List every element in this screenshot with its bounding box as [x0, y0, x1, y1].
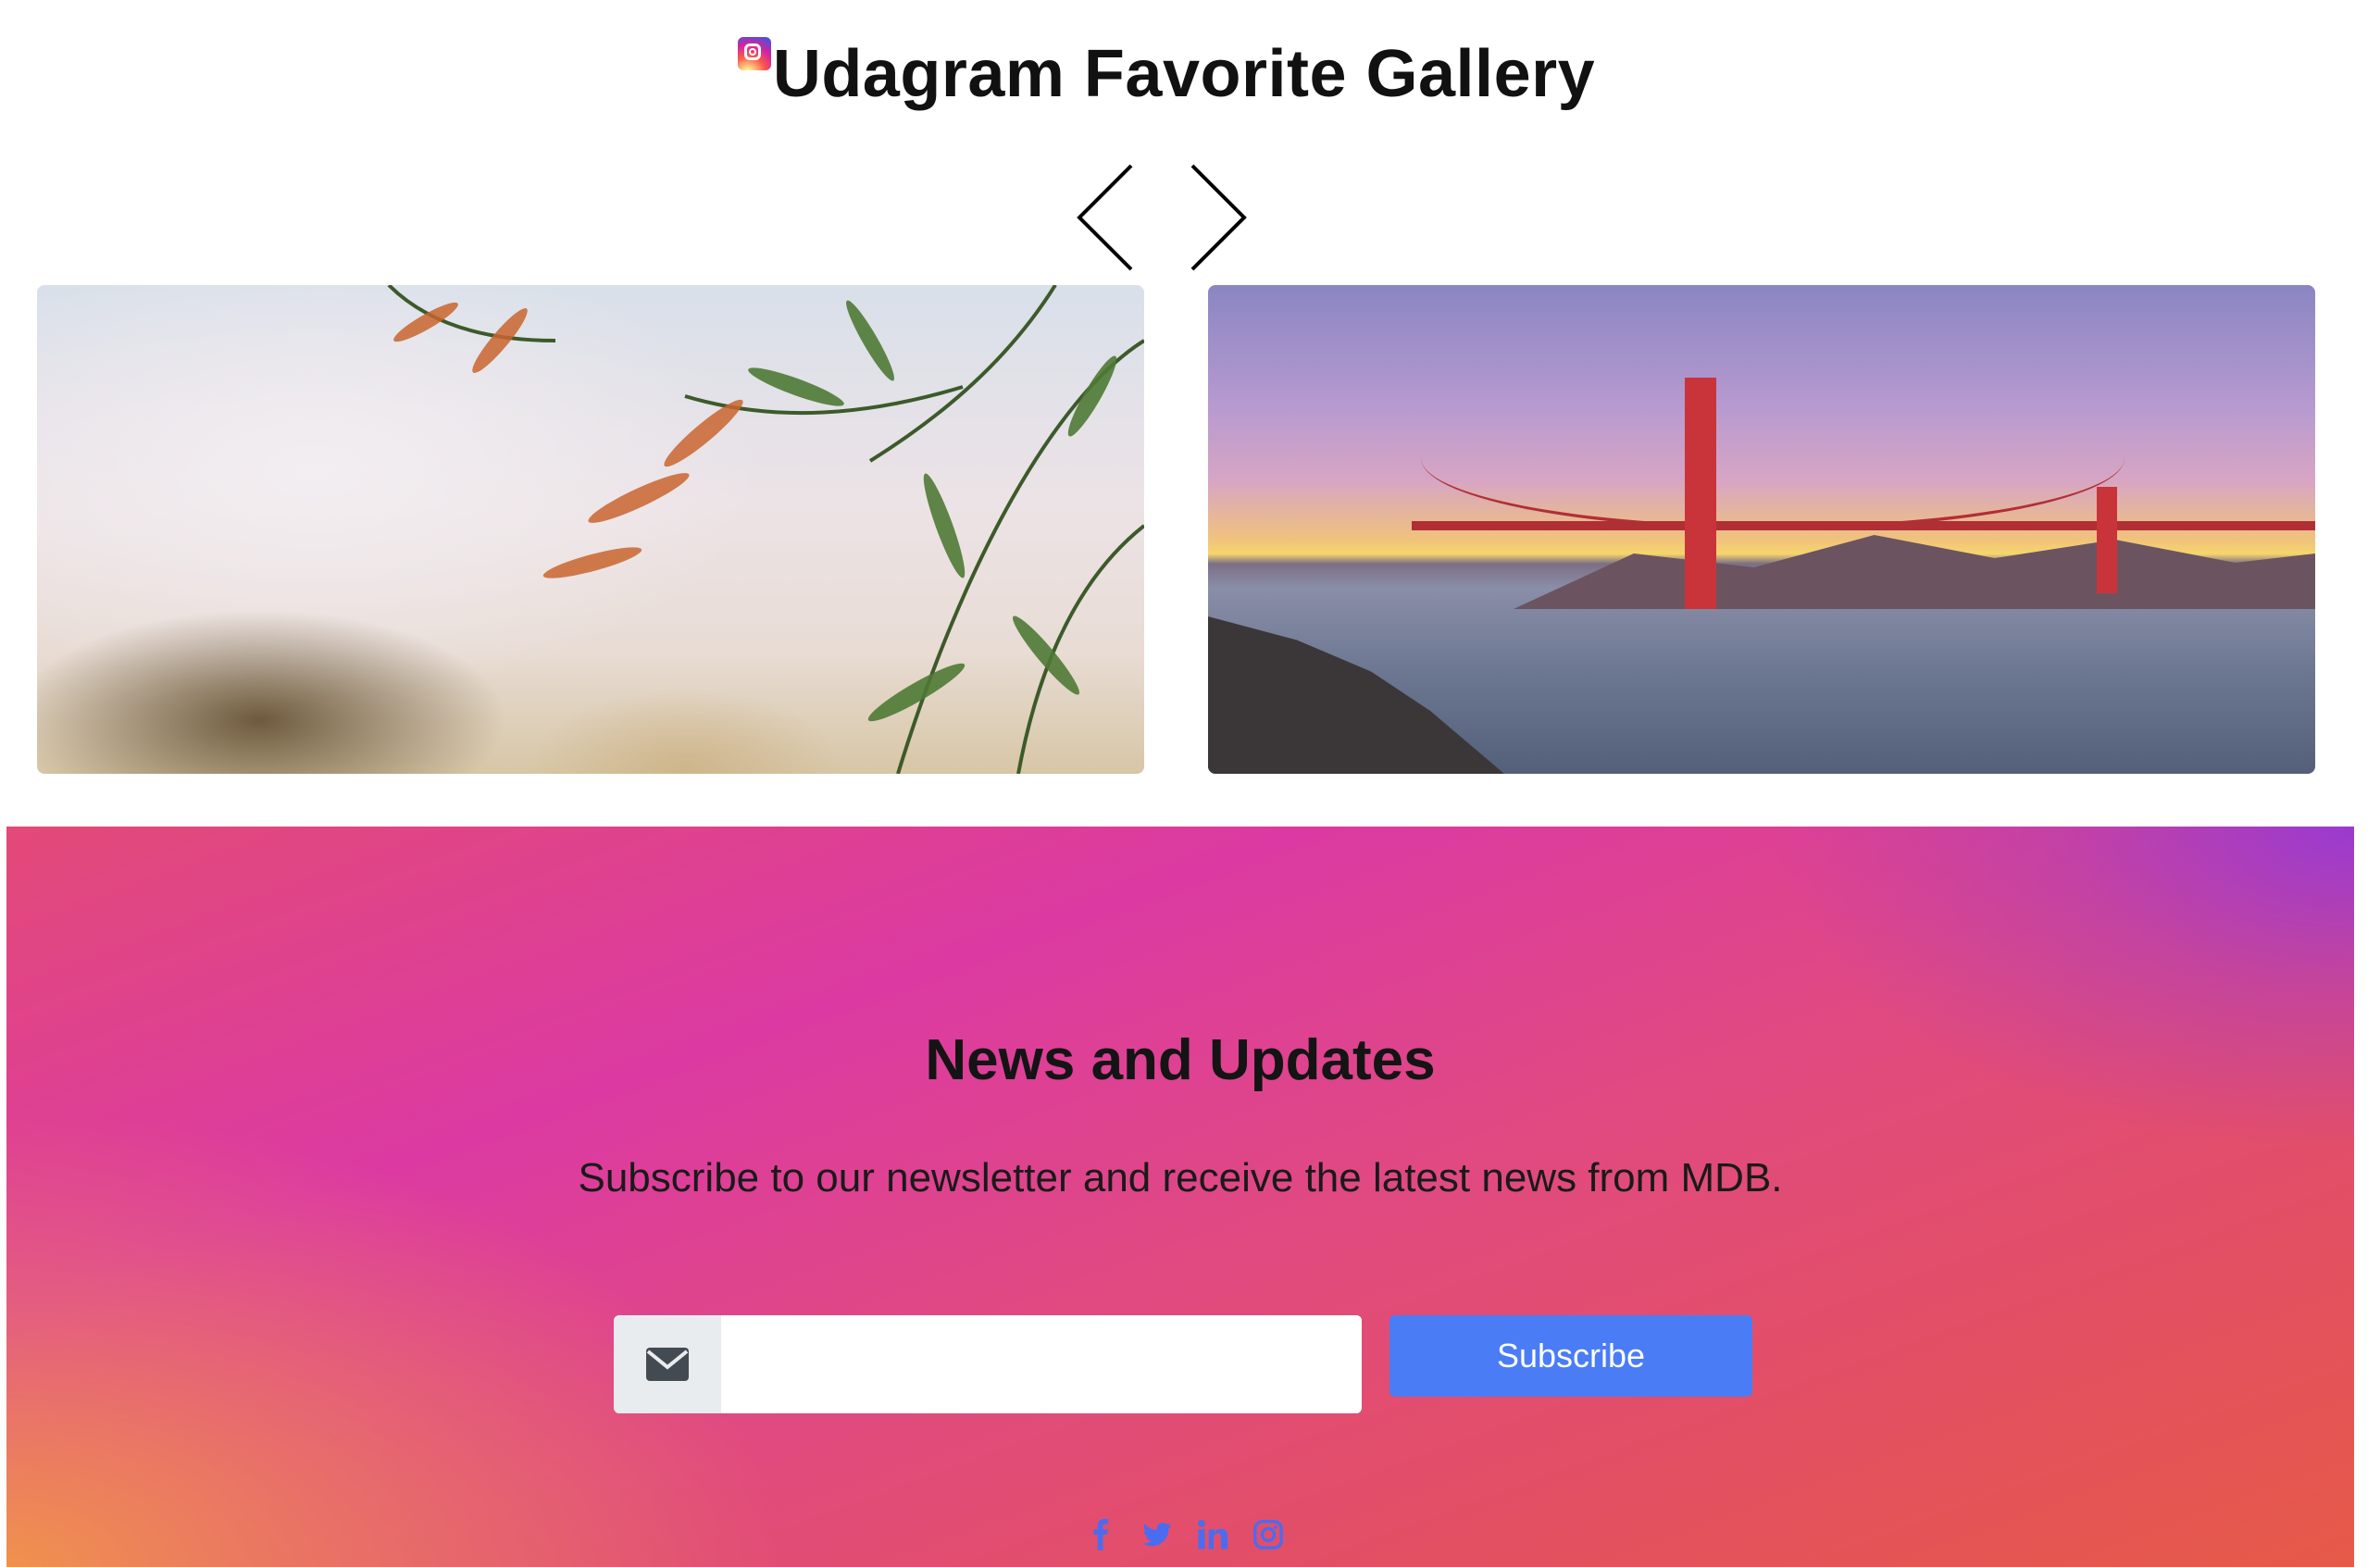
carousel-prev-button[interactable] — [1074, 162, 1139, 273]
foliage-branches — [387, 285, 1144, 774]
email-input[interactable] — [721, 1315, 1362, 1413]
carousel-next-button[interactable] — [1185, 162, 1250, 273]
linkedin-icon — [1198, 1520, 1228, 1549]
gallery-image-bridge — [1208, 285, 2315, 774]
newsletter-section: News and Updates Subscribe to our newsle… — [6, 827, 2354, 1567]
linkedin-link[interactable] — [1196, 1516, 1229, 1553]
gallery-image-foliage — [37, 285, 1144, 774]
subscribe-button[interactable]: Subscribe — [1389, 1315, 1752, 1397]
twitter-link[interactable] — [1140, 1516, 1174, 1553]
newsletter-subtitle: Subscribe to our newsletter and receive … — [578, 1155, 1783, 1200]
email-addon — [614, 1315, 721, 1413]
bridge-deck — [1412, 521, 2315, 530]
bridge-cable — [1421, 387, 2125, 529]
instagram-icon — [1253, 1520, 1283, 1549]
facebook-link[interactable] — [1085, 1516, 1118, 1553]
carousel-controls — [1074, 162, 1250, 273]
social-links — [1085, 1516, 1285, 1553]
newsletter-title: News and Updates — [925, 1028, 1436, 1092]
email-input-group — [614, 1315, 1362, 1413]
chevron-left-icon — [1077, 164, 1133, 271]
instagram-icon — [737, 37, 771, 70]
chevron-right-icon — [1190, 164, 1247, 271]
instagram-link[interactable] — [1252, 1516, 1285, 1553]
facebook-icon — [1093, 1519, 1109, 1550]
bridge-tower-far — [2097, 487, 2117, 593]
bridge-tower-main — [1685, 378, 1716, 609]
envelope-icon — [646, 1348, 689, 1381]
twitter-icon — [1142, 1523, 1172, 1547]
page-title: Udagram Favorite Gallery — [772, 37, 1596, 111]
page-header: Udagram Favorite Gallery — [0, 19, 2333, 130]
